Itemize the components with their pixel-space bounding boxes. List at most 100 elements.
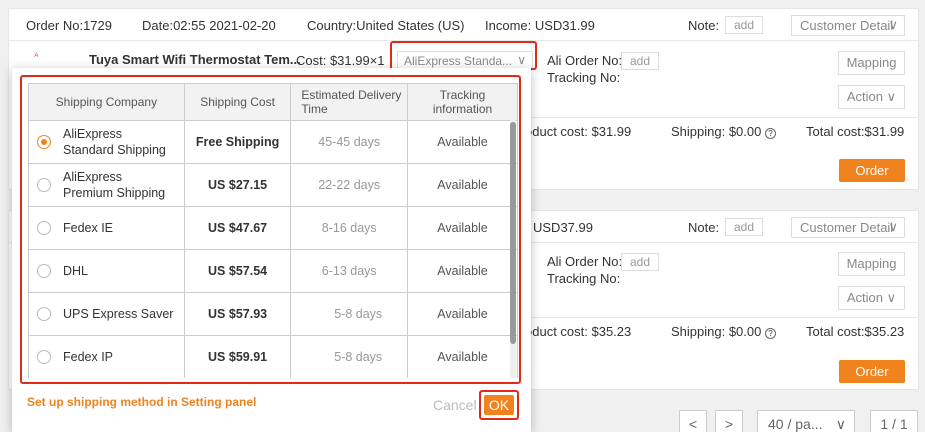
total-cost-summary: Total cost:$35.23 bbox=[806, 324, 905, 339]
radio-icon[interactable] bbox=[37, 350, 51, 364]
chevron-down-icon: ∨ bbox=[886, 89, 897, 104]
prev-page-button[interactable]: < bbox=[679, 410, 707, 432]
note-add-button[interactable]: add bbox=[725, 16, 764, 34]
chevron-down-icon: ∨ bbox=[835, 416, 846, 432]
scrollbar-thumb[interactable] bbox=[510, 122, 516, 344]
radio-icon[interactable] bbox=[37, 264, 51, 278]
delivery-time-cell: 6-13 days bbox=[290, 249, 409, 293]
product-cost: Cost: $31.99×1 bbox=[296, 53, 385, 68]
shipping-cost-cell: US $47.67 bbox=[183, 206, 292, 250]
customer-detail-label: Customer Detail bbox=[800, 18, 894, 33]
action-button[interactable]: Action ∨ bbox=[838, 286, 905, 310]
radio-icon[interactable] bbox=[37, 221, 51, 235]
question-circle-icon[interactable]: ? bbox=[764, 328, 776, 339]
tracking-no-label: Tracking No: bbox=[547, 70, 621, 85]
delivery-time-cell: 22-22 days bbox=[290, 163, 409, 207]
order-date: Date:02:55 2021-02-20 bbox=[142, 18, 276, 33]
note-label: Note: bbox=[688, 220, 720, 235]
divider bbox=[509, 317, 919, 318]
tracking-cell: Available bbox=[407, 120, 518, 164]
delivery-time-cell: 8-16 days bbox=[290, 206, 409, 250]
shipping-table-container: Shipping Company Shipping Cost Estimated… bbox=[28, 83, 518, 378]
tracking-cell: Available bbox=[407, 249, 518, 293]
chevron-down-icon: ∨ bbox=[888, 17, 898, 32]
tracking-cell: Available bbox=[407, 163, 518, 207]
shipping-row[interactable]: AliExpress Standard Shipping Free Shippi… bbox=[28, 120, 518, 164]
shipping-company-name: AliExpress Premium Shipping bbox=[63, 170, 166, 200]
order-income: Income: USD31.99 bbox=[485, 18, 595, 33]
page-size-select[interactable]: 40 / pa... ∨ bbox=[757, 410, 855, 432]
shipping-row[interactable]: UPS Express Saver US $57.93 5-8 days Ava… bbox=[28, 292, 518, 336]
chevron-down-icon: ∨ bbox=[886, 290, 897, 305]
shipping-cost-cell: US $59.91 bbox=[183, 335, 292, 378]
customer-detail-select[interactable]: Customer Detail ∨ bbox=[791, 217, 905, 238]
customer-detail-label: Customer Detail bbox=[800, 220, 894, 235]
shipping-cost-cell: US $57.93 bbox=[183, 292, 292, 336]
radio-icon[interactable] bbox=[37, 178, 51, 192]
tracking-cell: Available bbox=[407, 292, 518, 336]
shipping-company-cell[interactable]: Fedex IE bbox=[28, 206, 185, 250]
mapping-button[interactable]: Mapping bbox=[838, 252, 905, 276]
order-button[interactable]: Order bbox=[839, 159, 905, 182]
divider bbox=[509, 117, 919, 118]
radio-selected-icon[interactable] bbox=[37, 135, 51, 149]
shipping-method-dialog: Shipping Company Shipping Cost Estimated… bbox=[12, 68, 531, 432]
shipping-summary-value: Shipping: $0.00 bbox=[671, 124, 762, 139]
scrollbar-track[interactable] bbox=[510, 120, 516, 378]
product-thumbnail: A bbox=[21, 53, 39, 59]
action-label: Action bbox=[846, 89, 883, 104]
shipping-row[interactable]: Fedex IP US $59.91 5-8 days Available bbox=[28, 335, 518, 378]
order-income: USD37.99 bbox=[533, 220, 593, 235]
page-size-label: 40 / pa... bbox=[768, 416, 823, 432]
cancel-button[interactable]: Cancel bbox=[433, 397, 477, 413]
col-estimated-delivery: Estimated Delivery Time bbox=[290, 83, 409, 121]
ali-order-add-button[interactable]: add bbox=[621, 52, 660, 70]
col-tracking-info: Tracking information bbox=[407, 83, 518, 121]
shipping-row[interactable]: DHL US $57.54 6-13 days Available bbox=[28, 249, 518, 293]
shipping-company-name: Fedex IP bbox=[63, 350, 114, 364]
tracking-no-label: Tracking No: bbox=[547, 271, 621, 286]
next-page-button[interactable]: > bbox=[715, 410, 743, 432]
order-number: Order No:1729 bbox=[26, 18, 112, 33]
ok-button[interactable]: OK bbox=[484, 395, 514, 415]
total-cost-summary: Total cost:$31.99 bbox=[806, 124, 905, 139]
product-title[interactable]: Tuya Smart Wifi Thermostat Tem... bbox=[89, 52, 301, 67]
shipping-table: Shipping Company Shipping Cost Estimated… bbox=[28, 83, 518, 378]
shipping-company-cell[interactable]: Fedex IP bbox=[28, 335, 185, 378]
shipping-row[interactable]: Fedex IE US $47.67 8-16 days Available bbox=[28, 206, 518, 250]
question-circle-icon[interactable]: ? bbox=[764, 128, 776, 139]
product-cost-summary: oduct cost: $31.99 bbox=[525, 124, 632, 139]
ali-order-add-button[interactable]: add bbox=[621, 253, 660, 271]
order-button[interactable]: Order bbox=[839, 360, 905, 383]
shipping-company-cell[interactable]: AliExpress Premium Shipping bbox=[28, 163, 185, 207]
shipping-company-cell[interactable]: DHL bbox=[28, 249, 185, 293]
setup-shipping-link[interactable]: Set up shipping method in Setting panel bbox=[27, 395, 256, 409]
col-shipping-company: Shipping Company bbox=[28, 83, 185, 121]
note-add-button[interactable]: add bbox=[725, 218, 764, 236]
highlight-shipping-select bbox=[390, 41, 537, 70]
shipping-row[interactable]: AliExpress Premium Shipping US $27.15 22… bbox=[28, 163, 518, 207]
delivery-time-cell: 5-8 days bbox=[290, 335, 409, 378]
tracking-cell: Available bbox=[407, 335, 518, 378]
shipping-company-name: Fedex IE bbox=[63, 221, 114, 235]
mapping-button[interactable]: Mapping bbox=[838, 51, 905, 75]
note-label: Note: bbox=[688, 18, 720, 33]
delivery-time-cell: 5-8 days bbox=[290, 292, 409, 336]
action-button[interactable]: Action ∨ bbox=[838, 85, 905, 109]
shipping-company-name: UPS Express Saver bbox=[63, 307, 174, 321]
action-label: Action bbox=[846, 290, 883, 305]
order-country: Country:United States (US) bbox=[307, 18, 465, 33]
shipping-cost-cell: Free Shipping bbox=[183, 120, 292, 164]
shipping-company-name: DHL bbox=[63, 264, 89, 278]
shipping-summary: Shipping: $0.00 ? bbox=[671, 324, 776, 339]
shipping-company-cell[interactable]: UPS Express Saver bbox=[28, 292, 185, 336]
chevron-down-icon: ∨ bbox=[888, 219, 898, 234]
page-indicator: 1 / 1 bbox=[870, 410, 918, 432]
shipping-summary: Shipping: $0.00 ? bbox=[671, 124, 776, 139]
shipping-company-name: AliExpress Standard Shipping bbox=[63, 127, 166, 157]
shipping-cost-cell: US $27.15 bbox=[183, 163, 292, 207]
customer-detail-select[interactable]: Customer Detail ∨ bbox=[791, 15, 905, 36]
ali-order-no-label: Ali Order No: bbox=[547, 254, 623, 269]
radio-icon[interactable] bbox=[37, 307, 51, 321]
shipping-company-cell[interactable]: AliExpress Standard Shipping bbox=[28, 120, 185, 164]
